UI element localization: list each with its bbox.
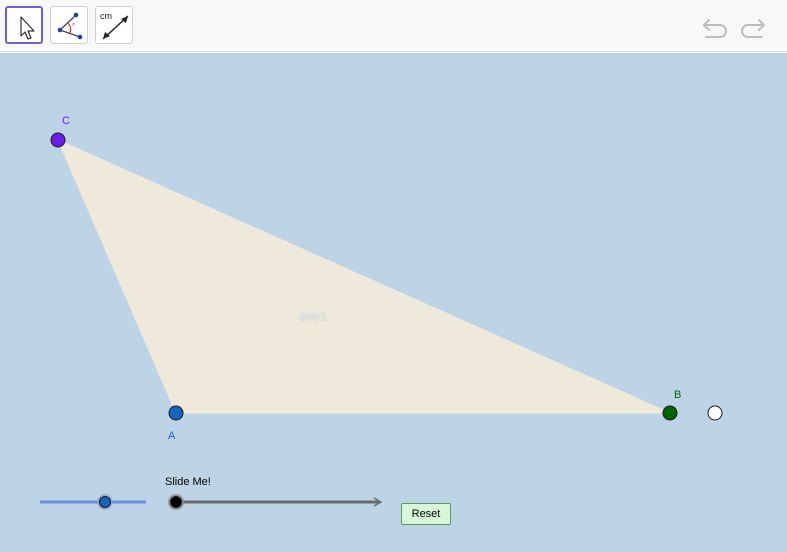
move-tool-button[interactable] xyxy=(5,6,43,44)
point-b-label: B xyxy=(674,389,682,401)
point-a-label: A xyxy=(168,430,176,442)
triangle-polygon[interactable] xyxy=(57,139,671,414)
redo-button[interactable] xyxy=(738,12,768,42)
distance-tool-button[interactable]: cm xyxy=(95,6,133,44)
svg-text:°: ° xyxy=(72,22,75,31)
graphics-view[interactable]: C A B poly1 Slide Me! Reset xyxy=(0,53,787,552)
geometry-drawing xyxy=(40,132,723,510)
reset-button[interactable]: Reset xyxy=(401,503,451,525)
polygon-label: poly1 xyxy=(300,311,328,323)
free-point[interactable] xyxy=(707,405,723,421)
angle-icon: ° xyxy=(57,12,83,40)
redo-icon xyxy=(741,19,765,38)
slider-2-thumb[interactable] xyxy=(170,496,182,508)
point-c-label: C xyxy=(62,115,70,127)
point-b[interactable] xyxy=(662,405,678,421)
toolbar: ° cm xyxy=(0,0,787,52)
undo-button[interactable] xyxy=(700,12,730,42)
point-c[interactable] xyxy=(50,132,66,148)
distance-icon xyxy=(102,15,129,40)
point-a[interactable] xyxy=(168,405,184,421)
slider-caption: Slide Me! xyxy=(165,476,211,488)
slider-1-thumb[interactable] xyxy=(99,496,111,508)
undo-icon xyxy=(703,19,727,38)
arrow-pointer-icon xyxy=(20,16,35,40)
angle-tool-button[interactable]: ° xyxy=(50,6,88,44)
